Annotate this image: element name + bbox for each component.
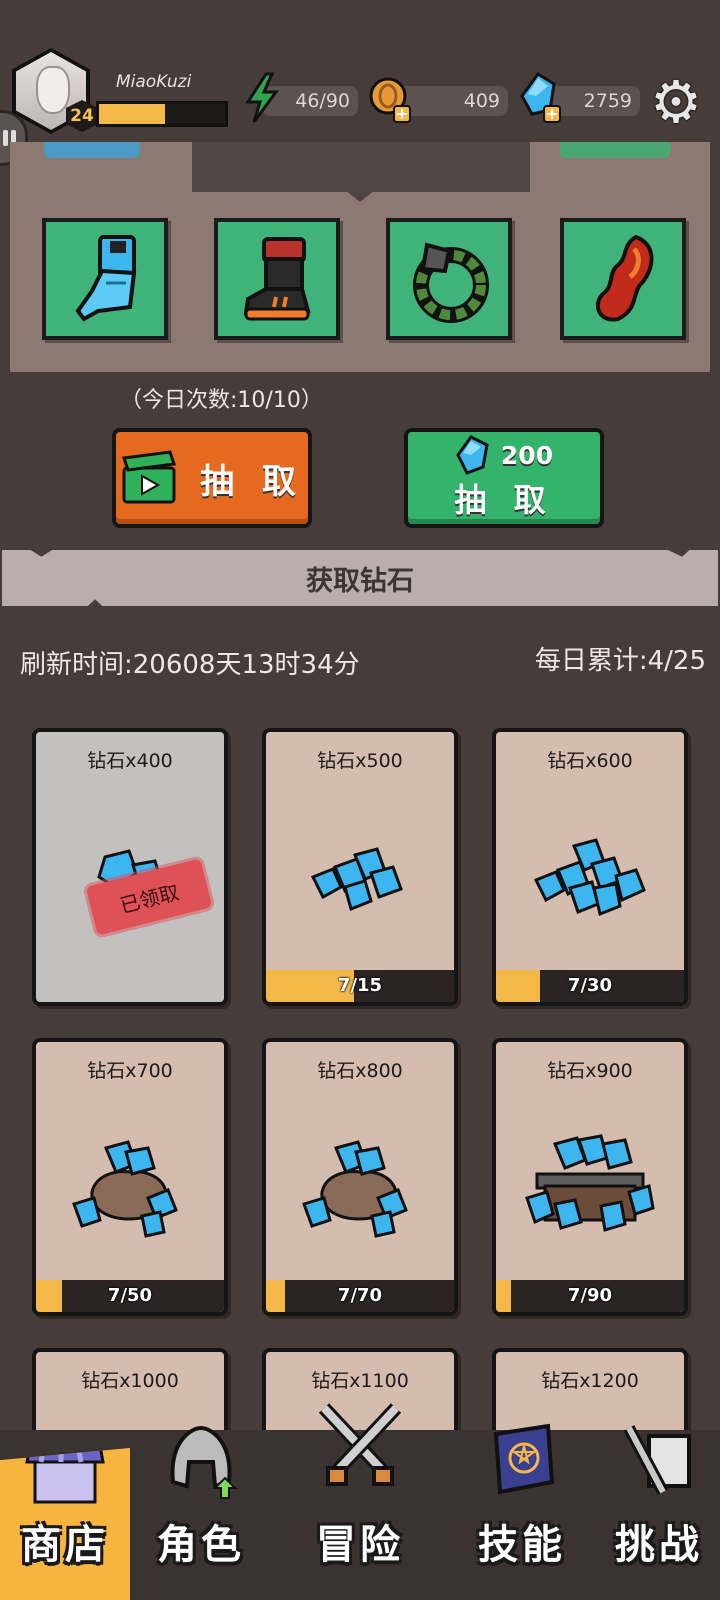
section-banner: 获取钻石 — [2, 550, 718, 606]
card-title: 钻石x800 — [317, 1060, 403, 1082]
card-progress-bar: 7/90 — [496, 1280, 684, 1312]
nav-tab-shop[interactable]: 商店 — [0, 1448, 130, 1600]
diamond-large-pile-icon — [496, 792, 684, 962]
nav-label-character: 角色 — [157, 1522, 245, 1568]
nav-tab-character[interactable]: 角色 — [136, 1425, 266, 1600]
diamond-card-700[interactable]: 钻石x700 7/50 — [32, 1038, 228, 1316]
card-progress-bar: 7/70 — [266, 1280, 454, 1312]
equipment-slot-1[interactable] — [42, 218, 168, 340]
equipment-top-edge-blue — [44, 142, 140, 158]
card-progress-bar: 7/50 — [36, 1280, 224, 1312]
card-title: 钻石x1100 — [311, 1370, 409, 1392]
vine-ring-icon — [413, 242, 489, 323]
equipment-notch — [192, 142, 530, 192]
crossed-swords-icon — [318, 1403, 402, 1486]
card-progress-bar: 7/30 — [496, 970, 684, 1002]
card-title: 钻石x600 — [547, 750, 633, 772]
card-progress-text: 7/15 — [337, 975, 383, 996]
equipment-slot-3[interactable] — [386, 218, 512, 340]
daily-draw-count: （今日次数:10/10） — [120, 388, 323, 413]
challenge-scroll-icon — [623, 1425, 691, 1495]
diamond-icon — [456, 435, 489, 475]
diamond-sack-icon — [36, 1102, 224, 1272]
flame-charm-icon — [595, 234, 654, 322]
diamond-draw-cost-row: 200 — [455, 435, 553, 475]
spellbook-icon — [493, 1423, 555, 1495]
diamond-minecart-icon — [496, 1102, 684, 1272]
diamond-add-icon[interactable]: + — [518, 72, 564, 124]
card-progress-text: 7/50 — [107, 1285, 153, 1306]
diamond-sack-icon — [266, 1102, 454, 1272]
xp-bar — [96, 101, 228, 127]
card-title: 钻石x400 — [87, 750, 173, 772]
player-name: MiaoKuzi — [116, 72, 192, 92]
diamond-draw-cost: 200 — [500, 440, 554, 470]
nav-label-skills: 技能 — [478, 1522, 566, 1568]
nav-label-challenge: 挑战 — [615, 1522, 703, 1568]
card-title: 钻石x500 — [317, 750, 403, 772]
blue-gauntlet-icon — [75, 235, 137, 322]
nav-label-adventure: 冒险 — [316, 1522, 404, 1568]
svg-text:+: + — [545, 104, 558, 123]
diamond-card-600[interactable]: 钻石x600 7/30 — [492, 728, 688, 1006]
video-clapper-icon — [122, 450, 177, 504]
card-progress-text: 7/70 — [337, 1285, 383, 1306]
diamond-value: 2759 — [583, 90, 632, 112]
nav-tab-challenge[interactable]: 挑战 — [598, 1425, 720, 1600]
ad-draw-label: 抽 取 — [200, 461, 304, 502]
diamond-card-500[interactable]: 钻石x500 7/15 — [262, 728, 458, 1006]
coin-value: 409 — [463, 90, 500, 112]
svg-text:+: + — [395, 104, 408, 123]
equipment-slot-2[interactable] — [214, 218, 340, 340]
top-bar: 24 MiaoKuzi 46/90 409 + 2759 + ⚙ — [0, 0, 720, 166]
daily-total: 每日累计:4/25 — [534, 646, 706, 676]
avatar-portrait — [36, 66, 70, 114]
diamond-pile-icon — [266, 792, 454, 962]
card-title: 钻石x1200 — [541, 1370, 639, 1392]
equipment-slot-4[interactable] — [560, 218, 686, 340]
card-title: 钻石x700 — [87, 1060, 173, 1082]
diamond-card-900[interactable]: 钻石x900 7/90 — [492, 1038, 688, 1316]
nav-tab-adventure[interactable]: 冒险 — [290, 1403, 430, 1600]
energy-value: 46/90 — [295, 90, 350, 112]
card-title: 钻石x1000 — [81, 1370, 179, 1392]
card-progress-text: 7/30 — [567, 975, 613, 996]
diamond-card-400[interactable]: 钻石x400 已领取 — [32, 728, 228, 1006]
card-title: 钻石x900 — [547, 1060, 633, 1082]
diamond-draw-label: 抽 取 — [454, 481, 554, 519]
equipment-top-edge-green — [560, 142, 670, 158]
lava-boot-icon — [243, 237, 311, 321]
section-title: 获取钻石 — [306, 565, 414, 597]
refresh-timer: 刷新时间:20608天13时34分 — [20, 650, 360, 680]
nav-label-shop: 商店 — [21, 1522, 109, 1568]
energy-bolt-icon — [240, 72, 284, 124]
diamond-card-800[interactable]: 钻石x800 7/70 — [262, 1038, 458, 1316]
ad-draw-button[interactable]: 抽 取 — [112, 428, 312, 528]
card-progress-bar: 7/15 — [266, 970, 454, 1002]
nav-tab-skills[interactable]: 技能 — [452, 1423, 592, 1600]
card-progress-text: 7/90 — [567, 1285, 613, 1306]
xp-bar-fill — [99, 104, 165, 124]
diamond-draw-button[interactable]: 200 抽 取 — [404, 428, 604, 528]
settings-gear-icon[interactable]: ⚙ — [648, 73, 704, 131]
coin-add-icon[interactable]: + — [368, 74, 414, 124]
helmet-icon — [170, 1425, 238, 1499]
